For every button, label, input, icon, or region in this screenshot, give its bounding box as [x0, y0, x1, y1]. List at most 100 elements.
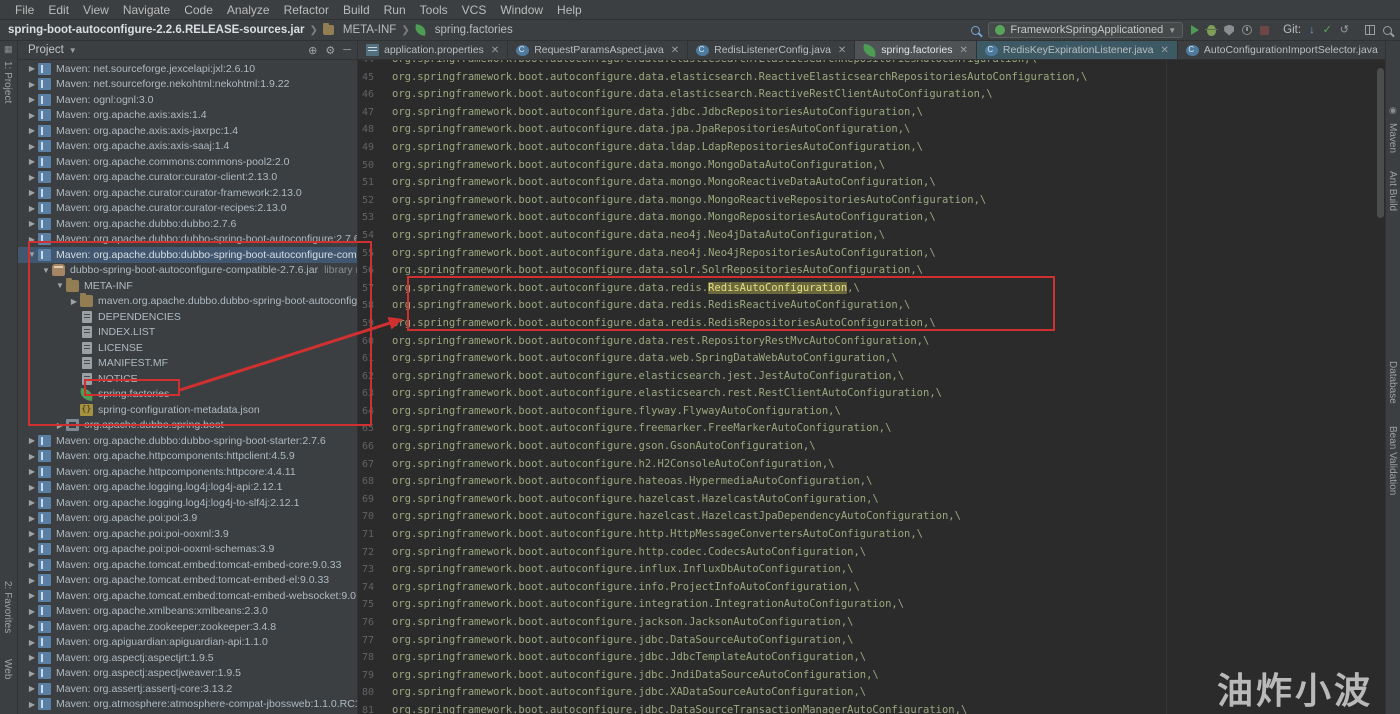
tree-row[interactable]: ▼ META-INF: [18, 277, 357, 294]
code-line[interactable]: 77 org.springframework.boot.autoconfigure…: [358, 632, 1385, 650]
editor-tab[interactable]: RedisListenerConfig.java ✕: [688, 41, 856, 59]
tree-expanded-icon[interactable]: ▼: [26, 250, 38, 259]
tree-row[interactable]: ▶ Maven: org.apache.tomcat.embed:tomcat-e…: [18, 588, 357, 604]
code-line[interactable]: 75 org.springframework.boot.autoconfigure…: [358, 596, 1385, 614]
tree-collapsed-icon[interactable]: ▶: [26, 126, 38, 135]
tree-row[interactable]: ▶ Maven: org.aspectj:aspectjrt:1.9.5: [18, 650, 357, 666]
tool-button-database[interactable]: Database: [1387, 361, 1398, 404]
stop-button[interactable]: [1260, 25, 1270, 35]
tree-collapsed-icon[interactable]: ▶: [26, 560, 38, 569]
tree-collapsed-icon[interactable]: ▶: [68, 297, 80, 306]
tree-row[interactable]: ▶ Maven: org.apache.dubbo:dubbo:2.7.6: [18, 216, 357, 232]
code-line[interactable]: 64 org.springframework.boot.autoconfigure…: [358, 403, 1385, 421]
code-line[interactable]: 72 org.springframework.boot.autoconfigure…: [358, 544, 1385, 562]
code-line[interactable]: 47 org.springframework.boot.autoconfigure…: [358, 104, 1385, 122]
tree-row[interactable]: ▶ Maven: org.apache.commons:commons-pool2…: [18, 154, 357, 170]
tree-row[interactable]: ▶ Maven: org.apache.poi:poi-ooxml-schemas…: [18, 542, 357, 558]
collapse-panel-icon[interactable]: ─: [343, 44, 351, 57]
git-update-icon[interactable]: ↓: [1309, 24, 1315, 36]
tool-button-project[interactable]: 1: Project: [2, 61, 13, 103]
tree-collapsed-icon[interactable]: ▶: [26, 219, 38, 228]
menu-item-help[interactable]: Help: [550, 3, 589, 17]
tree-row[interactable]: ▶ Maven: org.apache.logging.log4j:log4j-t…: [18, 495, 357, 511]
code-line[interactable]: 49 org.springframework.boot.autoconfigure…: [358, 139, 1385, 157]
menu-item-build[interactable]: Build: [336, 3, 377, 17]
code-line[interactable]: 67 org.springframework.boot.autoconfigure…: [358, 456, 1385, 474]
tree-row[interactable]: ▶ Maven: org.apache.curator:curator-clien…: [18, 170, 357, 186]
code-line[interactable]: 46 org.springframework.boot.autoconfigure…: [358, 86, 1385, 104]
tree-collapsed-icon[interactable]: ▶: [26, 514, 38, 523]
tree-collapsed-icon[interactable]: ▶: [26, 607, 38, 616]
code-line[interactable]: 73 org.springframework.boot.autoconfigure…: [358, 561, 1385, 579]
git-rollback-icon[interactable]: ↺: [1340, 24, 1349, 36]
editor-tab[interactable]: RequestParamsAspect.java ✕: [508, 41, 689, 59]
menu-item-view[interactable]: View: [76, 3, 116, 17]
tree-row[interactable]: spring.factories: [18, 387, 357, 403]
code-line[interactable]: 74 org.springframework.boot.autoconfigure…: [358, 579, 1385, 597]
tree-collapsed-icon[interactable]: ▶: [26, 700, 38, 709]
tool-button-maven[interactable]: Maven: [1387, 123, 1398, 153]
menu-item-code[interactable]: Code: [177, 3, 220, 17]
tree-row[interactable]: ▶ Maven: org.apache.axis:axis-jaxrpc:1.4: [18, 123, 357, 139]
tree-row[interactable]: NOTICE: [18, 371, 357, 387]
code-line[interactable]: 56 org.springframework.boot.autoconfigure…: [358, 262, 1385, 280]
code-line[interactable]: 65 org.springframework.boot.autoconfigure…: [358, 420, 1385, 438]
tree-row[interactable]: ▶ maven.org.apache.dubbo.dubbo-spring-boo…: [18, 293, 357, 310]
coverage-button[interactable]: [1224, 24, 1235, 36]
code-line[interactable]: 69 org.springframework.boot.autoconfigure…: [358, 491, 1385, 509]
tree-row[interactable]: ▶ Maven: org.apiguardian:apiguardian-api:…: [18, 635, 357, 651]
breadcrumb-item[interactable]: spring-boot-autoconfigure-2.2.6.RELEASE-…: [8, 24, 304, 36]
code-line[interactable]: 48 org.springframework.boot.autoconfigure…: [358, 121, 1385, 139]
editor-tab[interactable]: application.properties ✕: [358, 41, 509, 59]
tree-collapsed-icon[interactable]: ▶: [26, 467, 38, 476]
pin-icon[interactable]: ◉: [1389, 105, 1397, 116]
tree-row[interactable]: INDEX.LIST: [18, 325, 357, 341]
tree-row[interactable]: ▶ Maven: org.apache.axis:axis-saaj:1.4: [18, 139, 357, 155]
tree-collapsed-icon[interactable]: ▶: [26, 111, 38, 120]
stripe-grid-icon[interactable]: ▦: [4, 44, 13, 55]
tree-collapsed-icon[interactable]: ▶: [26, 173, 38, 182]
code-line[interactable]: 70 org.springframework.boot.autoconfigure…: [358, 508, 1385, 526]
tree-row[interactable]: ▶ Maven: ognl:ognl:3.0: [18, 92, 357, 108]
breadcrumb-item[interactable]: META-INF: [322, 23, 396, 36]
tree-row[interactable]: ▶ Maven: org.apache.httpcomponents:httpco…: [18, 464, 357, 480]
menu-item-run[interactable]: Run: [377, 3, 413, 17]
tree-collapsed-icon[interactable]: ▶: [26, 204, 38, 213]
tree-collapsed-icon[interactable]: ▶: [26, 142, 38, 151]
code-line[interactable]: 50 org.springframework.boot.autoconfigure…: [358, 157, 1385, 175]
tree-row[interactable]: ▶ Maven: org.apache.axis:axis:1.4: [18, 108, 357, 124]
tree-row[interactable]: ▶ Maven: org.apache.dubbo:dubbo-spring-bo…: [18, 433, 357, 449]
editor-tab[interactable]: AutoConfigurationImportSelector.java✕: [1178, 41, 1400, 59]
tree-collapsed-icon[interactable]: ▶: [26, 591, 38, 600]
tree-collapsed-icon[interactable]: ▶: [26, 436, 38, 445]
tree-collapsed-icon[interactable]: ▶: [26, 576, 38, 585]
menu-item-vcs[interactable]: VCS: [455, 3, 494, 17]
code-line[interactable]: 62 org.springframework.boot.autoconfigure…: [358, 368, 1385, 386]
search-everywhere-icon[interactable]: [971, 25, 981, 35]
menu-item-navigate[interactable]: Navigate: [116, 3, 177, 17]
code-line[interactable]: 76 org.springframework.boot.autoconfigure…: [358, 614, 1385, 632]
breadcrumb-item[interactable]: spring.factories: [413, 24, 513, 36]
code-line[interactable]: 71 org.springframework.boot.autoconfigure…: [358, 526, 1385, 544]
tree-row[interactable]: ▶ Maven: org.apache.poi:poi-ooxml:3.9: [18, 526, 357, 542]
find-icon[interactable]: [1383, 25, 1392, 35]
close-tab-icon[interactable]: ✕: [838, 45, 846, 56]
tree-expanded-icon[interactable]: ▼: [40, 266, 52, 275]
tree-row[interactable]: ▶ Maven: org.apache.tomcat.embed:tomcat-e…: [18, 557, 357, 573]
close-tab-icon[interactable]: ✕: [960, 45, 968, 56]
menu-item-analyze[interactable]: Analyze: [220, 3, 277, 17]
run-button[interactable]: [1191, 25, 1200, 35]
tree-collapsed-icon[interactable]: ▶: [26, 64, 38, 73]
tree-row[interactable]: ▶ Maven: org.apache.tomcat.embed:tomcat-e…: [18, 573, 357, 589]
code-line[interactable]: 45 org.springframework.boot.autoconfigure…: [358, 69, 1385, 87]
close-tab-icon[interactable]: ✕: [1160, 45, 1168, 56]
tree-collapsed-icon[interactable]: ▶: [54, 421, 66, 430]
tree-row[interactable]: DEPENDENCIES: [18, 309, 357, 325]
tree-row[interactable]: ▶ Maven: org.apache.logging.log4j:log4j-a…: [18, 480, 357, 496]
editor-tab[interactable]: spring.factories ✕: [855, 41, 977, 59]
tree-expanded-icon[interactable]: ▼: [54, 281, 66, 290]
menu-item-file[interactable]: File: [8, 3, 41, 17]
tree-row[interactable]: ▶ org.apache.dubbo.spring.boot: [18, 418, 357, 434]
tree-row[interactable]: ▶ Maven: org.apache.xmlbeans:xmlbeans:2.3…: [18, 604, 357, 620]
tree-row[interactable]: ▶ Maven: net.sourceforge.nekohtml:nekohtm…: [18, 77, 357, 93]
